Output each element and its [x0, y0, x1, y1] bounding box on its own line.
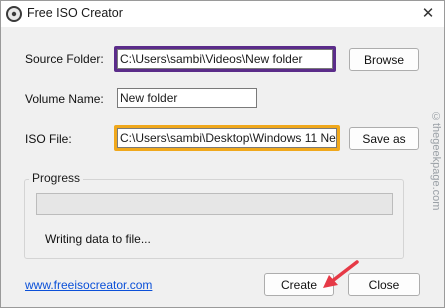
watermark: ©thegeekpage.com: [430, 111, 442, 211]
source-folder-highlight: [114, 46, 336, 72]
progress-group-title: Progress: [29, 171, 84, 185]
iso-file-label: ISO File:: [25, 132, 72, 146]
source-folder-label: Source Folder:: [25, 52, 104, 66]
disc-app-icon: [5, 5, 23, 23]
title-bar: Free ISO Creator ✕: [1, 1, 444, 27]
close-icon[interactable]: ✕: [412, 1, 444, 25]
browse-button[interactable]: Browse: [349, 48, 419, 71]
volume-name-field[interactable]: New folder: [117, 88, 257, 108]
red-arrow-icon: [323, 260, 359, 288]
window-title: Free ISO Creator: [27, 6, 123, 20]
website-link[interactable]: www.freeisocreator.com: [25, 278, 152, 292]
iso-file-highlight: [114, 125, 340, 151]
progress-group: [24, 179, 404, 259]
volume-name-label: Volume Name:: [25, 92, 104, 106]
progress-status-text: Writing data to file...: [45, 232, 151, 246]
progress-bar: [36, 193, 393, 215]
free-iso-creator-window: Free ISO Creator ✕ Source Folder: C:\Use…: [0, 0, 445, 308]
save-as-button[interactable]: Save as: [349, 127, 419, 150]
